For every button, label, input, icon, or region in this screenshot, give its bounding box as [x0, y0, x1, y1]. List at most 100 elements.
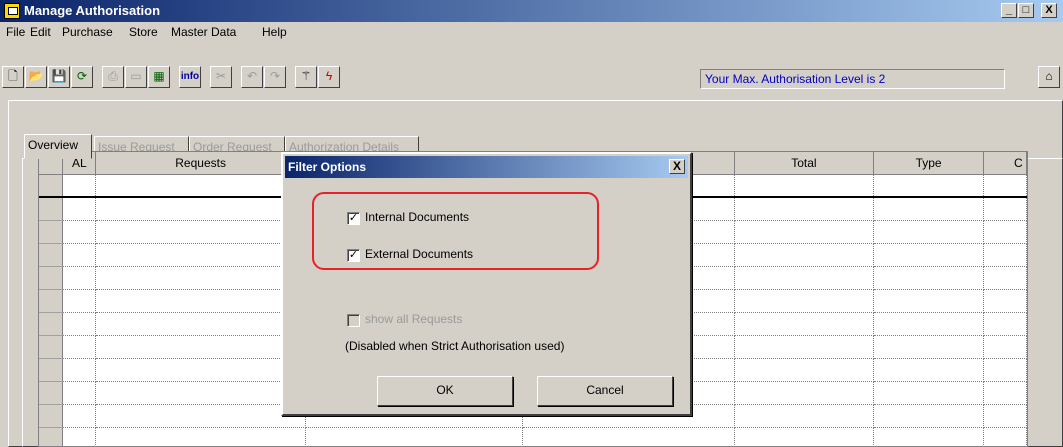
row-header-cell[interactable]: [39, 220, 64, 244]
menu-store[interactable]: Store: [129, 25, 158, 39]
column-header-total[interactable]: Total: [734, 152, 875, 175]
table-cell[interactable]: [62, 243, 97, 267]
home-icon[interactable]: ⌂: [1038, 66, 1060, 88]
column-header-type[interactable]: Type: [873, 152, 984, 175]
table-cell[interactable]: [734, 335, 875, 359]
table-cell[interactable]: [62, 427, 97, 446]
table-cell[interactable]: [62, 220, 97, 244]
menu-master-data[interactable]: Master Data: [171, 25, 236, 39]
open-folder-icon[interactable]: 📂: [25, 66, 47, 88]
table-cell[interactable]: [873, 289, 984, 313]
cancel-button[interactable]: Cancel: [537, 376, 673, 406]
table-cell[interactable]: [873, 174, 984, 198]
table-cell[interactable]: [873, 335, 984, 359]
internal-documents-label[interactable]: Internal Documents: [365, 210, 469, 224]
minimize-button[interactable]: _: [1001, 3, 1017, 18]
table-cell[interactable]: [95, 289, 306, 313]
menu-edit[interactable]: Edit: [30, 25, 51, 39]
table-cell[interactable]: [62, 335, 97, 359]
excel-export-icon[interactable]: ▦: [148, 66, 170, 88]
table-cell[interactable]: [983, 335, 1027, 359]
info-icon[interactable]: info: [179, 66, 201, 88]
table-cell[interactable]: [95, 427, 306, 446]
table-cell[interactable]: [873, 381, 984, 405]
dialog-titlebar[interactable]: Filter Options X: [285, 156, 688, 178]
maximize-button[interactable]: □: [1018, 3, 1034, 18]
column-header-requests[interactable]: Requests: [95, 152, 306, 175]
row-header-cell[interactable]: [39, 243, 64, 267]
table-cell[interactable]: [95, 243, 306, 267]
table-cell[interactable]: [873, 312, 984, 336]
close-button[interactable]: X: [1041, 3, 1057, 18]
tab-overview[interactable]: Overview: [24, 134, 92, 159]
internal-documents-checkbox[interactable]: ✓: [347, 212, 360, 225]
table-cell[interactable]: [873, 358, 984, 382]
row-header-cell[interactable]: [39, 404, 64, 428]
table-cell[interactable]: [983, 243, 1027, 267]
table-cell[interactable]: [95, 358, 306, 382]
external-documents-label[interactable]: External Documents: [365, 247, 473, 261]
row-header-cell[interactable]: [39, 358, 64, 382]
table-cell[interactable]: [734, 220, 875, 244]
table-cell[interactable]: [873, 427, 984, 446]
save-icon[interactable]: 💾: [48, 66, 70, 88]
table-cell[interactable]: [95, 404, 306, 428]
table-cell[interactable]: [983, 220, 1027, 244]
row-header-cell[interactable]: [39, 427, 64, 446]
table-cell[interactable]: [62, 381, 97, 405]
window-titlebar[interactable]: Manage Authorisation _ □ X: [0, 0, 1063, 22]
new-document-icon[interactable]: 🗋: [2, 66, 24, 88]
lightning-icon[interactable]: ϟ: [318, 66, 340, 88]
table-cell[interactable]: [62, 266, 97, 290]
table-cell[interactable]: [62, 358, 97, 382]
show-all-requests-checkbox[interactable]: [347, 314, 360, 327]
table-cell[interactable]: [983, 266, 1027, 290]
table-cell[interactable]: [983, 197, 1027, 221]
table-cell[interactable]: [95, 220, 306, 244]
menu-file[interactable]: File: [6, 25, 25, 39]
table-cell[interactable]: [734, 289, 875, 313]
table-cell[interactable]: [734, 197, 875, 221]
table-cell[interactable]: [734, 358, 875, 382]
preview-icon[interactable]: ▭: [125, 66, 147, 88]
undo-icon[interactable]: ↶: [241, 66, 263, 88]
table-cell[interactable]: [983, 289, 1027, 313]
print-icon[interactable]: ⎙: [102, 66, 124, 88]
table-cell[interactable]: [983, 427, 1027, 446]
table-cell[interactable]: [62, 404, 97, 428]
external-documents-checkbox[interactable]: ✓: [347, 249, 360, 262]
table-cell[interactable]: [983, 404, 1027, 428]
table-cell[interactable]: [95, 266, 306, 290]
table-cell[interactable]: [734, 404, 875, 428]
row-header-cell[interactable]: [39, 312, 64, 336]
table-cell[interactable]: [734, 174, 875, 198]
row-header-cell[interactable]: [39, 335, 64, 359]
magic-wand-icon[interactable]: ⚚: [295, 66, 317, 88]
table-cell[interactable]: [62, 174, 97, 198]
dialog-close-button[interactable]: X: [669, 159, 685, 174]
table-cell[interactable]: [62, 197, 97, 221]
table-cell[interactable]: [983, 358, 1027, 382]
row-header-cell[interactable]: [39, 174, 64, 198]
row-header-cell[interactable]: [39, 289, 64, 313]
table-cell[interactable]: [734, 427, 875, 446]
redo-icon[interactable]: ↷: [264, 66, 286, 88]
table-row[interactable]: [39, 427, 1027, 446]
menu-help[interactable]: Help: [262, 25, 287, 39]
row-header-cell[interactable]: [39, 266, 64, 290]
table-cell[interactable]: [983, 381, 1027, 405]
table-cell[interactable]: [95, 381, 306, 405]
table-cell[interactable]: [734, 381, 875, 405]
table-cell[interactable]: [522, 427, 735, 446]
table-cell[interactable]: [873, 220, 984, 244]
table-cell[interactable]: [95, 335, 306, 359]
table-cell[interactable]: [95, 312, 306, 336]
ok-button[interactable]: OK: [377, 376, 513, 406]
table-cell[interactable]: [873, 404, 984, 428]
table-cell[interactable]: [873, 197, 984, 221]
table-cell[interactable]: [62, 289, 97, 313]
row-header-cell[interactable]: [39, 381, 64, 405]
table-cell[interactable]: [734, 243, 875, 267]
cut-icon[interactable]: ✂: [210, 66, 232, 88]
row-header-cell[interactable]: [39, 197, 64, 221]
